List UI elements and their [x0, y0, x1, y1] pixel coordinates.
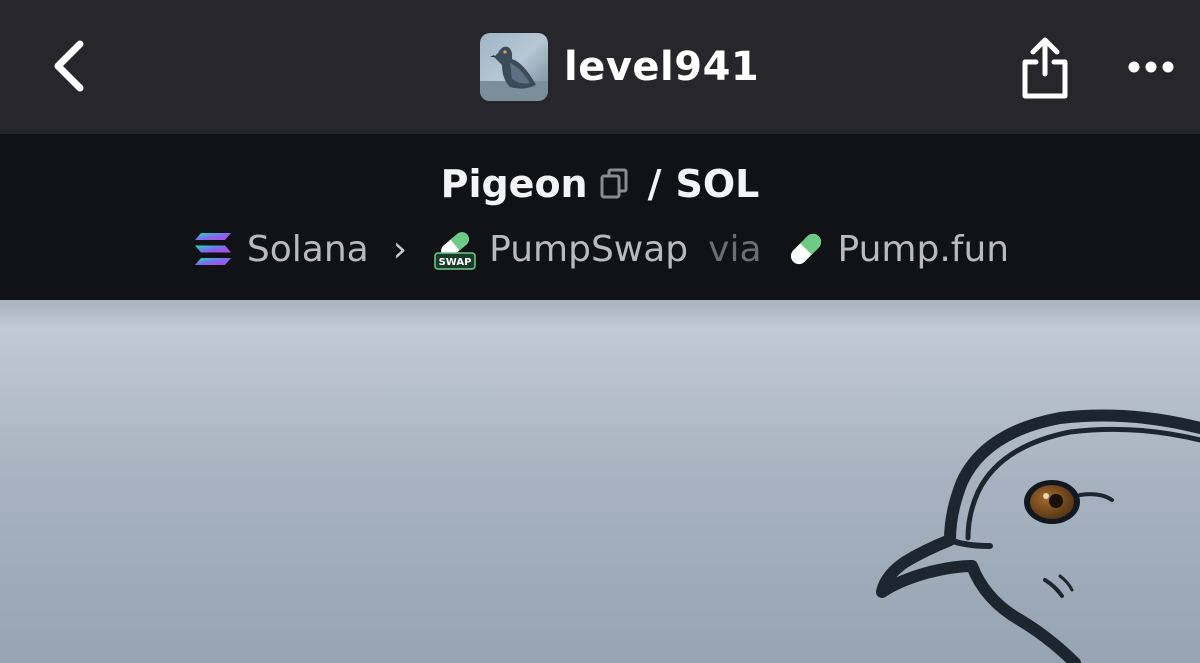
route-breadcrumb: Solana › SWAP PumpSwap via Pump.fun	[0, 222, 1200, 276]
pair-info-bar: Pigeon / SOL Solana › SWAP PumpSwap via …	[0, 134, 1200, 300]
launchpad-link[interactable]: Pump.fun	[784, 227, 1010, 271]
dex-label: PumpSwap	[489, 228, 689, 270]
solana-logo-icon	[194, 233, 231, 265]
svg-text:SWAP: SWAP	[439, 257, 472, 268]
pumpswap-logo-icon: SWAP	[434, 232, 476, 270]
pair-title: Pigeon / SOL	[0, 156, 1200, 212]
chevron-right-icon: ›	[392, 228, 408, 270]
token-banner-image	[0, 300, 1200, 663]
top-header: level941	[0, 0, 1200, 134]
profile-link[interactable]: level941	[480, 33, 759, 101]
avatar	[480, 33, 548, 101]
share-icon	[1022, 37, 1068, 99]
share-button[interactable]	[1010, 30, 1080, 106]
pair-separator: /	[647, 162, 662, 206]
pigeon-banner-illustration	[0, 300, 1200, 663]
more-options-button[interactable]	[1118, 40, 1184, 94]
dex-link[interactable]: SWAP PumpSwap	[433, 227, 688, 271]
username: level941	[564, 44, 760, 90]
token-page: level941 Pigeon / SOL Solana › SWAP Pump…	[0, 0, 1200, 663]
chain-link[interactable]: Solana	[191, 227, 369, 271]
back-button[interactable]	[40, 30, 100, 102]
chain-label: Solana	[246, 228, 369, 270]
chevron-left-icon	[54, 40, 84, 92]
more-horizontal-icon	[1128, 61, 1174, 73]
quote-token-symbol: SOL	[675, 162, 760, 206]
copy-icon[interactable]	[598, 167, 632, 201]
base-token-symbol: Pigeon	[440, 162, 588, 206]
via-label: via	[708, 228, 762, 270]
launchpad-label: Pump.fun	[837, 228, 1010, 270]
pumpfun-pill-icon	[790, 233, 821, 265]
